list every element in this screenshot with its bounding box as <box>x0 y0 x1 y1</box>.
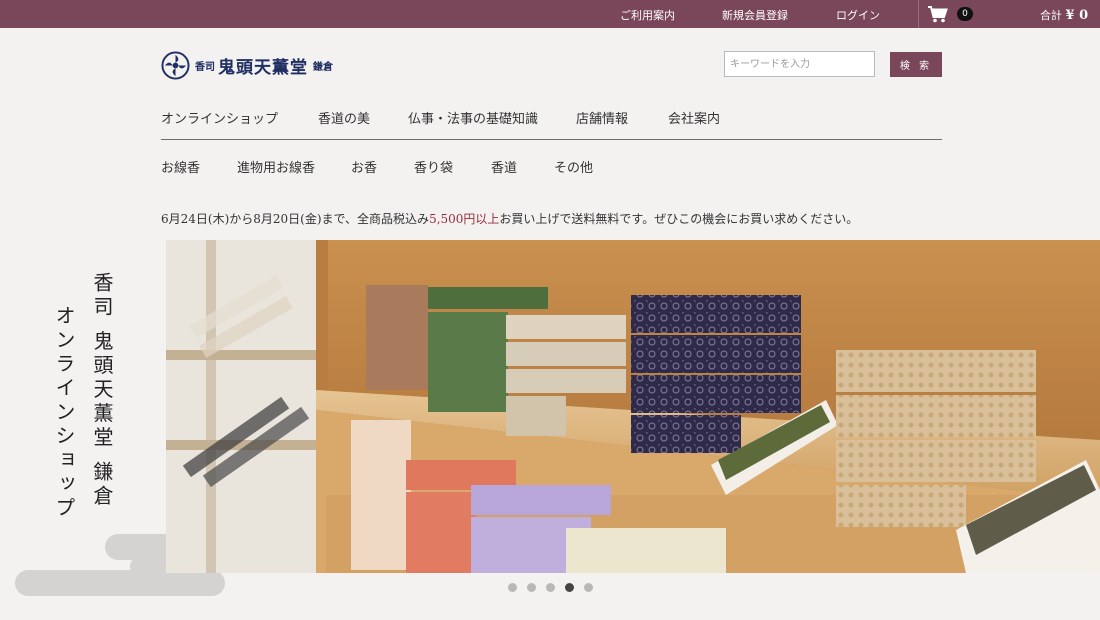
logo-text-right: 鎌倉 <box>313 61 333 73</box>
hero-vertical-subtitle: オンラインショップ <box>52 305 76 521</box>
category-sachet[interactable]: 香り袋 <box>414 157 453 176</box>
topbar-divider <box>918 0 919 28</box>
hero-vertical-title: 香司 鬼頭天薫堂 鎌倉 <box>90 272 114 509</box>
logo-text-left: 香司 <box>195 61 215 73</box>
category-other[interactable]: その他 <box>554 157 593 176</box>
notice-text-after: お買い上げで送料無料です。ぜひこの機会にお買い求めください。 <box>499 212 859 226</box>
category-gift-senko[interactable]: 進物用お線香 <box>237 157 315 176</box>
cart-total-label: 合計 <box>1040 9 1062 22</box>
nav-kodo-beauty[interactable]: 香道の美 <box>318 108 370 127</box>
category-incense[interactable]: お香 <box>351 157 377 176</box>
carousel-dot[interactable] <box>508 583 517 592</box>
carousel-dot[interactable] <box>527 583 536 592</box>
cart-count-badge[interactable]: 0 <box>957 7 973 21</box>
notice-highlight: 5,500円以上 <box>429 212 500 226</box>
cart-total: 合計 ¥ 0 <box>1040 7 1088 23</box>
search-button[interactable]: 検 索 <box>890 52 942 77</box>
login-link[interactable]: ログイン <box>836 7 880 23</box>
carousel-pagination <box>508 583 593 593</box>
category-senko[interactable]: お線香 <box>161 157 200 176</box>
nav-online-shop[interactable]: オンラインショップ <box>161 108 278 127</box>
shipping-notice: 6月24日(木)から8月20日(金)まで、全商品税込み5,500円以上お買い上げ… <box>161 210 858 227</box>
register-link[interactable]: 新規会員登録 <box>722 7 788 23</box>
nav-store-info[interactable]: 店舗情報 <box>576 108 628 127</box>
guide-link[interactable]: ご利用案内 <box>620 7 675 23</box>
main-nav: オンラインショップ 香道の美 仏事・法事の基礎知識 店舗情報 会社案内 <box>161 108 942 140</box>
cart-total-value: ¥ 0 <box>1065 8 1089 23</box>
logo-text-main: 鬼頭天薫堂 <box>218 57 308 78</box>
nav-company[interactable]: 会社案内 <box>668 108 720 127</box>
nav-buddhist-basics[interactable]: 仏事・法事の基礎知識 <box>408 108 538 127</box>
site-logo[interactable]: 香司 鬼頭天薫堂 鎌倉 <box>161 50 333 80</box>
cloud-decoration <box>15 570 225 596</box>
top-bar: ご利用案内 新規会員登録 ログイン 0 合計 ¥ 0 <box>0 0 1100 28</box>
search-input[interactable] <box>724 51 875 77</box>
category-kodo[interactable]: 香道 <box>491 157 517 176</box>
carousel-dot[interactable] <box>565 583 574 592</box>
incense-shelf-illustration <box>166 240 1100 573</box>
hero-image[interactable] <box>166 240 1100 573</box>
carousel-dot[interactable] <box>584 583 593 592</box>
notice-text-before: 6月24日(木)から8月20日(金)まで、全商品税込み <box>161 212 430 226</box>
logo-crest-icon <box>161 50 190 80</box>
cart-icon[interactable] <box>927 5 949 23</box>
carousel-dot[interactable] <box>546 583 555 592</box>
